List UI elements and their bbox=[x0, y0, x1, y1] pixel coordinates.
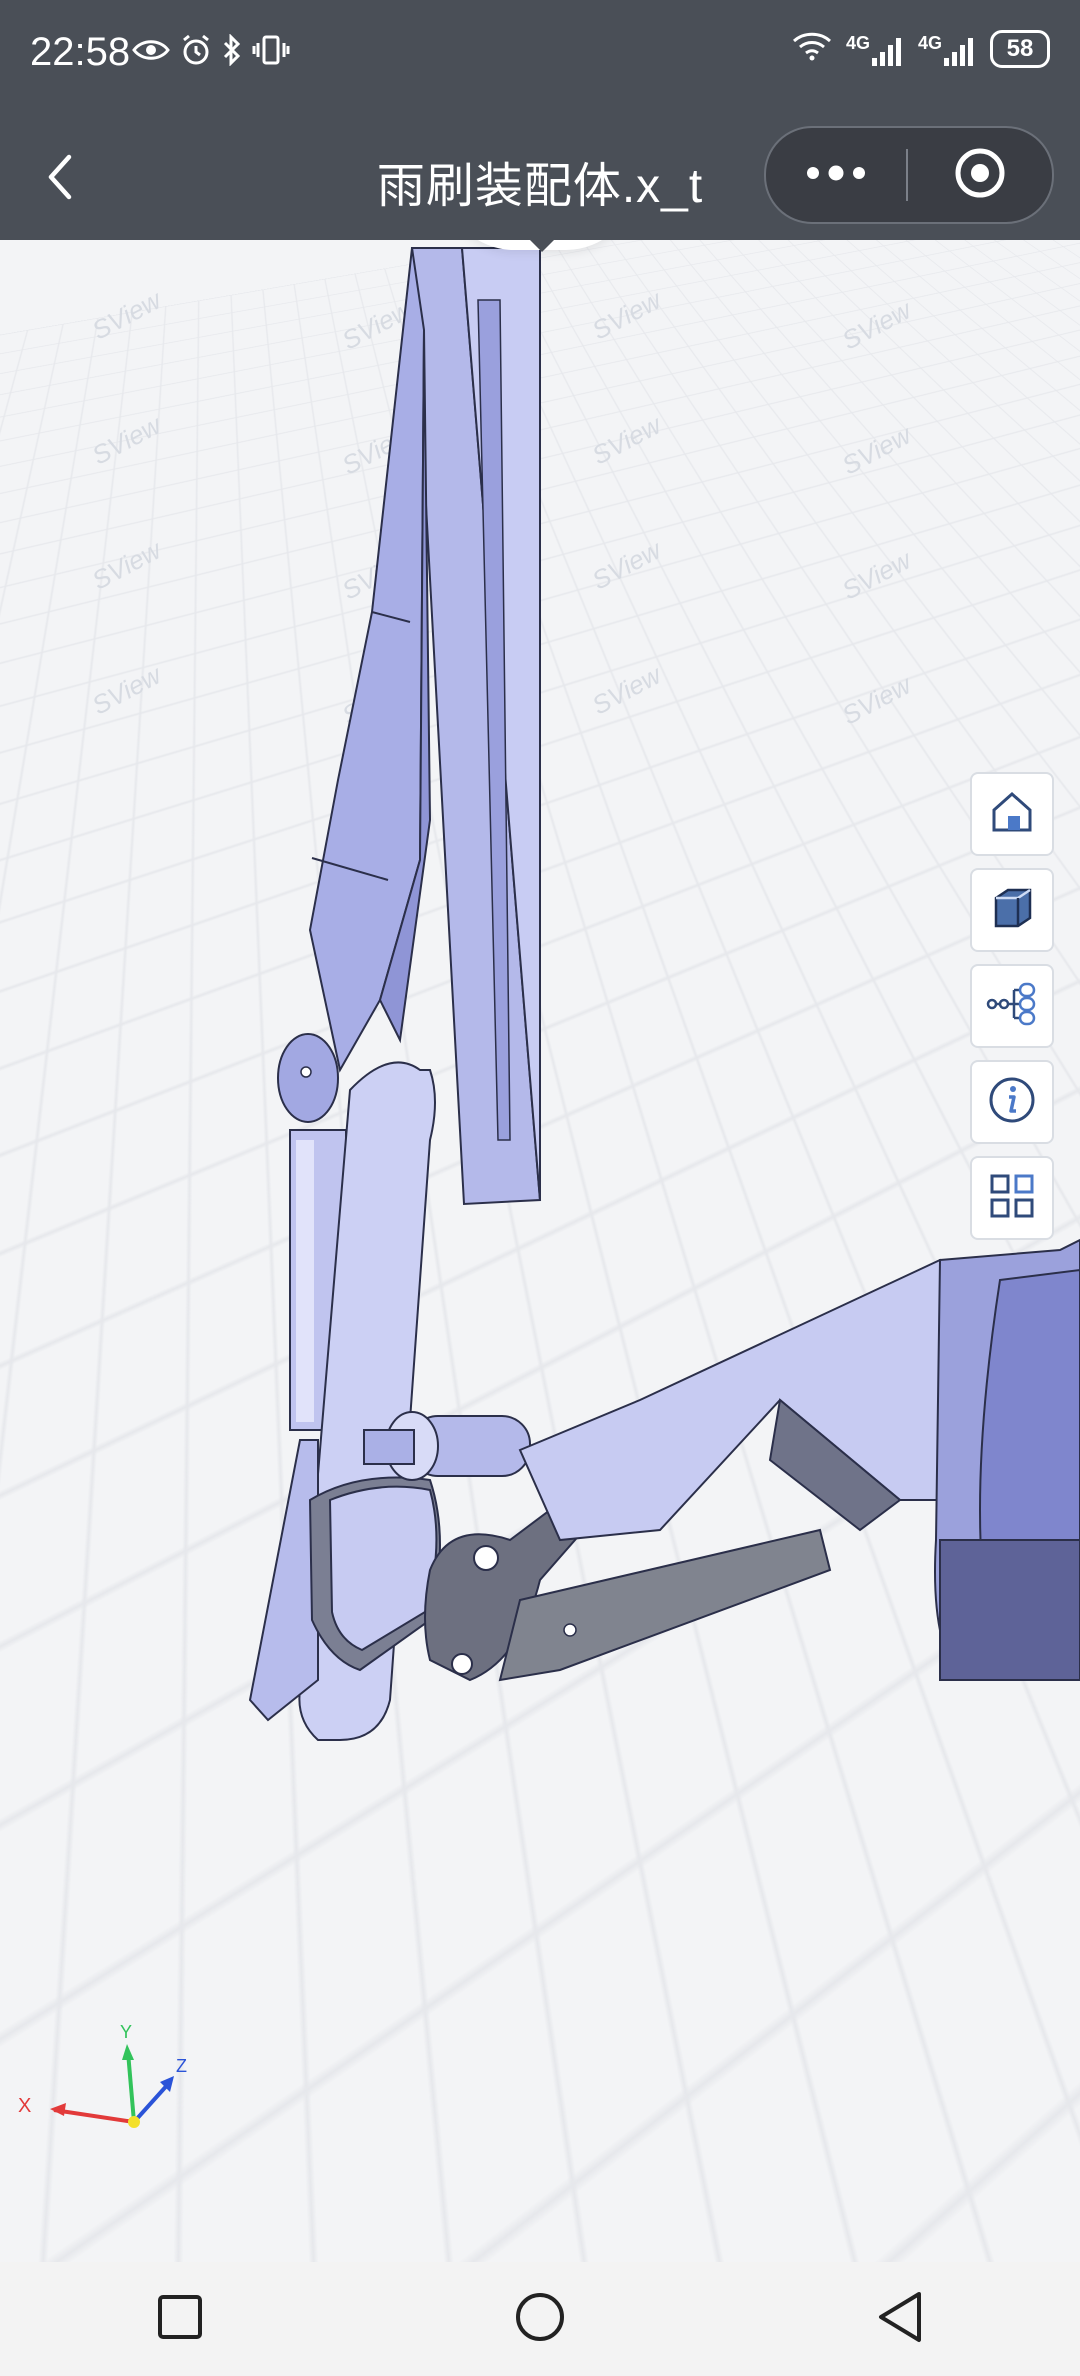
network-label: 4G bbox=[917, 32, 942, 53]
triangle-back-icon bbox=[875, 2290, 925, 2349]
signal-4g-1-icon: 4G bbox=[846, 33, 904, 66]
home-view-button[interactable] bbox=[970, 772, 1054, 856]
target-icon bbox=[953, 146, 1007, 205]
recent-apps-button[interactable] bbox=[120, 2269, 240, 2369]
system-back-button[interactable] bbox=[840, 2269, 960, 2369]
x-axis-label: X bbox=[18, 2095, 31, 2117]
alarm-icon bbox=[180, 34, 212, 71]
status-time: 22:58 bbox=[30, 30, 131, 74]
mini-program-capsule bbox=[764, 126, 1054, 224]
eye-icon bbox=[132, 38, 170, 67]
grid-icon bbox=[988, 1172, 1036, 1225]
vibrate-icon bbox=[252, 34, 290, 71]
view-cube-button[interactable] bbox=[970, 868, 1054, 952]
model-viewport[interactable]: SView SView SView SView SView SView SView SView… bbox=[0, 240, 1080, 2262]
status-bar: 22:58 4G 4G 58 bbox=[0, 0, 1080, 118]
z-axis-label: Z bbox=[176, 2056, 187, 2076]
bluetooth-icon bbox=[222, 33, 242, 71]
z-axis-line bbox=[132, 2080, 172, 2124]
y-axis-label: Y bbox=[120, 2022, 132, 2042]
wifi-icon bbox=[792, 31, 832, 67]
y-axis-arrow bbox=[122, 2044, 134, 2060]
x-axis-line bbox=[53, 2108, 135, 2124]
circle-icon bbox=[513, 2290, 567, 2349]
status-icons-left bbox=[132, 33, 290, 71]
network-label: 4G bbox=[845, 32, 870, 53]
square-icon bbox=[156, 2293, 204, 2346]
wiper-assembly-model[interactable] bbox=[0, 240, 1080, 2262]
caret-down-icon bbox=[522, 240, 562, 252]
layout-button[interactable] bbox=[970, 1156, 1054, 1240]
more-dots-icon bbox=[805, 165, 867, 186]
cube-icon bbox=[988, 884, 1036, 937]
info-icon bbox=[987, 1075, 1037, 1130]
axis-gizmo: X Y Z bbox=[18, 2022, 187, 2128]
system-nav-bar bbox=[0, 2262, 1080, 2376]
battery-indicator: 58 bbox=[990, 30, 1050, 68]
x-axis-arrow bbox=[50, 2103, 66, 2116]
assembly-tree-button[interactable] bbox=[970, 964, 1054, 1048]
more-button[interactable] bbox=[766, 128, 906, 222]
tree-icon bbox=[986, 980, 1038, 1033]
signal-4g-2-icon: 4G bbox=[918, 33, 976, 66]
status-icons-right: 4G 4G 58 bbox=[792, 30, 1050, 68]
home-icon bbox=[988, 788, 1036, 841]
title-bar: 雨刷装配体.x_t bbox=[0, 118, 1080, 240]
info-button[interactable] bbox=[970, 1060, 1054, 1144]
y-axis-line bbox=[126, 2051, 136, 2123]
axis-origin bbox=[128, 2116, 140, 2128]
close-mini-program-button[interactable] bbox=[908, 128, 1052, 222]
home-button[interactable] bbox=[480, 2269, 600, 2369]
view-tools bbox=[970, 772, 1054, 1240]
